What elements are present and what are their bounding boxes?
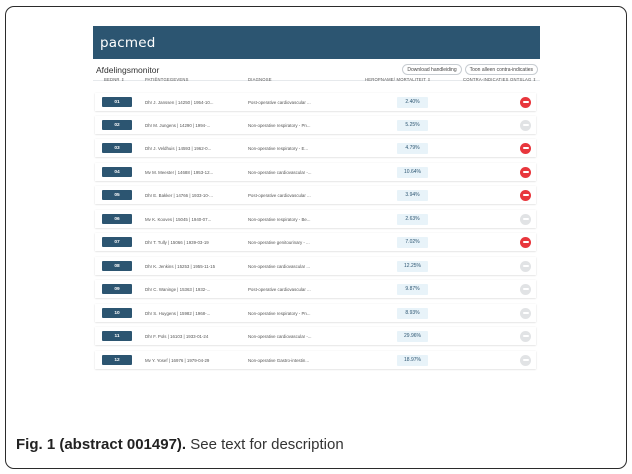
bed-number-badge: 05 [102, 190, 132, 200]
contra-indication-icon[interactable] [520, 96, 531, 108]
table-row[interactable]: 09 Dhr C. Waninge | 15363 | 1932-... Post-… [95, 280, 536, 298]
bed-number-badge: 07 [102, 237, 132, 247]
bed-number-badge: 10 [102, 308, 132, 318]
diagnosis: Non-operative respiratory - Be... [248, 216, 311, 222]
readmission-mortality-risk: 7.02% [397, 236, 428, 248]
column-header-patient: PATIËNTGEGEVENS [145, 77, 189, 82]
readmission-mortality-risk: 2.40% [397, 96, 428, 108]
patient-info: Dhr S. Huygens | 15982 | 1968-... [145, 310, 211, 316]
patient-info: Dhr K. Jenkins | 15253 | 1955-11-15 [145, 263, 216, 269]
table-row[interactable]: 06 Mv K. Kooves | 15045 | 1940-07... Non-o… [95, 210, 536, 228]
contra-filter-button[interactable]: Toon alleen contra-indicaties [464, 64, 538, 75]
bed-number-badge: 04 [102, 167, 132, 177]
no-contra-indication-icon[interactable] [520, 354, 531, 366]
bed-number-badge: 11 [102, 331, 132, 341]
patient-info: Dhr E. Bakker | 14766 | 1933-10-... [145, 192, 213, 198]
no-contra-indication-icon[interactable] [520, 260, 531, 272]
table-row[interactable]: 11 Dhr F. Pols | 16103 | 1933-01-24 Non-op… [95, 327, 536, 345]
bed-number-badge: 06 [102, 214, 132, 224]
patient-info: Dhr M. Jungens | 14290 | 1994-... [145, 122, 211, 128]
diagnosis: Non-operative respiratory - E... [248, 145, 309, 151]
figure-caption: Fig. 1 (abstract 001497). See text for d… [16, 436, 344, 453]
readmission-mortality-risk: 3.94% [397, 189, 428, 201]
table-row[interactable]: 08 Dhr K. Jenkins | 15253 | 1955-11-15 Non… [95, 257, 536, 275]
contra-indication-icon[interactable] [520, 236, 531, 248]
readmission-mortality-risk: 4.79% [397, 142, 428, 154]
bed-number-badge: 02 [102, 120, 132, 130]
caption-label: Fig. 1 (abstract 001497). [16, 436, 187, 453]
readmission-mortality-risk: 8.93% [397, 307, 428, 319]
patient-info: Mv Y. Yosef | 16976 | 1979-04-29 [145, 357, 210, 363]
app-logo: pacmed [100, 34, 156, 51]
patient-info: Dhr F. Pols | 16103 | 1933-01-24 [145, 333, 209, 339]
bed-number-badge: 03 [102, 143, 132, 153]
patient-info: Mv M. Meester | 14688 | 1953-12... [145, 169, 214, 175]
column-header-bed[interactable]: BEDNR ⇕ [104, 77, 125, 82]
table-row[interactable]: 05 Dhr E. Bakker | 14766 | 1933-10-... Pos… [95, 186, 536, 204]
diagnosis: Non-operative respiratory - Pn... [248, 310, 311, 316]
readmission-mortality-risk: 18.97% [397, 354, 428, 366]
diagnosis: Post-operative cardiovascular ... [248, 99, 311, 105]
column-header-contra[interactable]: CONTRA-INDICATIES ONTSLAG ⇕ [463, 77, 537, 82]
readmission-mortality-risk: 12.25% [397, 260, 428, 272]
table-row[interactable]: 04 Mv M. Meester | 14688 | 1953-12... Non-… [95, 163, 536, 181]
column-header-risk[interactable]: HEROPNAME/ MORTALITEIT ⇕ [365, 77, 431, 82]
readmission-mortality-risk: 29.96% [397, 330, 428, 342]
no-contra-indication-icon[interactable] [520, 119, 531, 131]
no-contra-indication-icon[interactable] [520, 213, 531, 225]
table-row[interactable]: 12 Mv Y. Yosef | 16976 | 1979-04-29 Non-op… [95, 351, 536, 369]
no-contra-indication-icon[interactable] [520, 283, 531, 295]
header-actions: Download handleiding Toon alleen contra-… [402, 64, 538, 75]
column-header-diagnosis: DIAGNOSE [248, 77, 272, 82]
diagnosis: Non-operative cardiovascular ... [248, 263, 310, 269]
bed-number-badge: 01 [102, 97, 132, 107]
diagnosis: Non-operative genitourinary - ... [248, 239, 310, 245]
diagnosis: Non-operative Gastro-intestin... [248, 357, 310, 363]
readmission-mortality-risk: 5.25% [397, 119, 428, 131]
no-contra-indication-icon[interactable] [520, 330, 531, 342]
caption-text: See text for description [186, 436, 344, 453]
top-bar: pacmed [93, 26, 540, 59]
contra-indication-icon[interactable] [520, 142, 531, 154]
diagnosis: Post-operative cardiovascular ... [248, 192, 311, 198]
download-manual-button[interactable]: Download handleiding [402, 64, 462, 75]
diagnosis: Post-operative cardiovascular ... [248, 286, 311, 292]
diagnosis: Non-operative cardiovascular -... [248, 333, 312, 339]
patient-info: Dhr J. Veldhuis | 14593 | 1962-0... [145, 145, 212, 151]
patient-info: Mv K. Kooves | 15045 | 1940-07... [145, 216, 212, 222]
table-row[interactable]: 07 Dhr T. Tully | 15066 | 1939-03-19 Non-o… [95, 233, 536, 251]
patient-info: Dhr T. Tully | 15066 | 1939-03-19 [145, 239, 209, 245]
no-contra-indication-icon[interactable] [520, 307, 531, 319]
table-row[interactable]: 10 Dhr S. Huygens | 15982 | 1968-... Non-o… [95, 304, 536, 322]
bed-number-badge: 08 [102, 261, 132, 271]
contra-indication-icon[interactable] [520, 166, 531, 178]
readmission-mortality-risk: 2.63% [397, 213, 428, 225]
patient-info: Dhr J. Janssen | 14250 | 1954-10... [145, 99, 214, 105]
page-title: Afdelingsmonitor [96, 64, 160, 75]
diagnosis: Non-operative cardiovascular -... [248, 169, 312, 175]
readmission-mortality-risk: 9.87% [397, 283, 428, 295]
table-header: BEDNR ⇕ PATIËNTGEGEVENS DIAGNOSE HEROPNA… [93, 77, 540, 87]
contra-indication-icon[interactable] [520, 189, 531, 201]
readmission-mortality-risk: 10.64% [397, 166, 428, 178]
bed-number-badge: 12 [102, 355, 132, 365]
table-row[interactable]: 03 Dhr J. Veldhuis | 14593 | 1962-0... Non… [95, 139, 536, 157]
table-row[interactable]: 02 Dhr M. Jungens | 14290 | 1994-... Non-o… [95, 116, 536, 134]
table-row[interactable]: 01 Dhr J. Janssen | 14250 | 1954-10... Pos… [95, 93, 536, 111]
patient-info: Dhr C. Waninge | 15363 | 1932-... [145, 286, 211, 292]
bed-number-badge: 09 [102, 284, 132, 294]
diagnosis: Non-operative respiratory - Pn... [248, 122, 311, 128]
